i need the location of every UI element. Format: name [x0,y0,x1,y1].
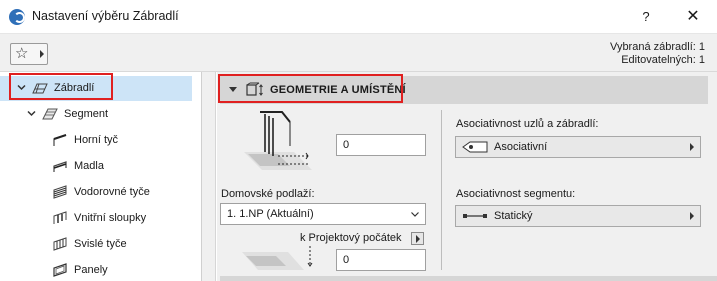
caret-right-icon [690,212,694,220]
node-assoc-label: Asociativnost uzlů a zábradlí: [456,118,599,130]
panels-icon [53,263,67,277]
home-story-label: Domovské podlaží: [221,188,315,200]
railing-height-diagram-icon [244,111,312,170]
vertical-rails-icon [53,237,67,251]
offset-diagram-icon [242,246,313,270]
tree-item-label: Panely [74,264,108,276]
offset-input[interactable]: 0 [336,249,426,271]
selection-info: Vybraná zábradlí: 1 Editovatelných: 1 [610,41,705,67]
horizontal-rails-icon [53,185,67,199]
tree-item-label: Segment [64,108,109,120]
tree-item-label: Vodorovné tyče [74,186,150,198]
reference-menu-button[interactable] [411,232,424,245]
node-assoc-value: Asociativní [494,141,548,153]
height-input[interactable]: 0 [336,134,426,156]
tree-item-label: Svislé tyče [74,238,127,250]
node-assoc-select[interactable]: Asociativní [455,136,701,158]
help-button[interactable]: ? [636,6,656,28]
segment-assoc-select[interactable]: Statický [455,205,701,227]
segment-assoc-label: Asociativnost segmentu: [456,188,576,200]
reference-label: k Projektový počátek [300,232,402,244]
home-story-value: 1. 1.NP (Aktuální) [227,208,314,220]
tree-item-label: Vnitřní sloupky [74,212,147,224]
tree-item-handrail[interactable]: Madla [0,154,192,179]
tree-item-segment[interactable]: Segment [0,102,192,127]
segment-icon [42,108,58,120]
selected-count: Vybraná zábradlí: 1 [610,41,705,53]
toprail-icon [53,134,67,146]
chevron-down-icon [411,212,419,217]
chevron-down-icon[interactable] [27,109,36,118]
tree-item-top-rail[interactable]: Horní tyč [0,128,192,153]
tree-scrollbar[interactable] [202,72,216,281]
window-title: Nastavení výběru Zábradlí [32,9,179,23]
handrail-icon [53,161,67,172]
settings-tree: Zábradlí Segment Horní tyč Madla Vodorov… [0,72,202,281]
app-logo-icon [9,9,25,25]
highlight-section-header [218,74,403,103]
caret-right-icon [690,143,694,151]
close-button[interactable]: ✕ [682,6,704,28]
tree-item-inner-posts[interactable]: Vnitřní sloupky [0,206,192,231]
highlight-railing-item [9,73,113,100]
toolbar: ☆ Vybraná zábradlí: 1 Editovatelných: 1 [0,34,717,72]
caret-right-icon [40,50,44,58]
star-icon: ☆ [15,45,29,62]
tree-item-vertical-rails[interactable]: Svislé tyče [0,232,192,257]
column-divider [441,110,442,270]
inner-posts-icon [53,211,67,224]
favorites-button[interactable]: ☆ [10,43,48,65]
title-bar: Nastavení výběru Zábradlí ? ✕ [0,0,717,34]
editable-count: Editovatelných: 1 [621,54,705,66]
static-segment-icon [463,214,487,218]
tree-item-panels[interactable]: Panely [0,258,192,281]
tree-item-label: Horní tyč [74,134,119,146]
associative-node-icon [462,141,488,153]
home-story-select[interactable]: 1. 1.NP (Aktuální) [220,203,426,225]
segment-assoc-value: Statický [494,210,533,222]
tree-item-horizontal-rails[interactable]: Vodorovné tyče [0,180,192,205]
next-section-header[interactable] [220,276,717,281]
tree-item-label: Madla [74,160,104,172]
